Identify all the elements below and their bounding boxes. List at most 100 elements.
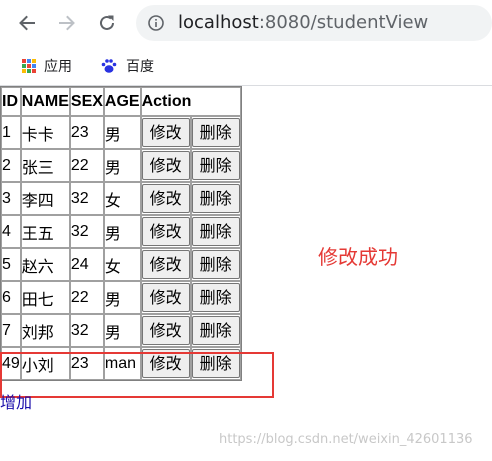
watermark: https://blog.csdn.net/weixin_42601136 (219, 432, 473, 447)
cell-sex: 23 (69, 347, 104, 380)
delete-button[interactable]: 删除 (191, 217, 240, 246)
cell-delete: 删除 (190, 149, 241, 182)
edit-button[interactable]: 修改 (141, 349, 190, 378)
back-button[interactable] (16, 12, 38, 34)
edit-button[interactable]: 修改 (141, 217, 190, 246)
delete-button[interactable]: 删除 (191, 184, 240, 213)
cell-sex: 22 (69, 149, 104, 182)
header-action: Action (140, 87, 241, 116)
cell-sex: 23 (69, 116, 104, 149)
bookmark-baidu-label: 百度 (126, 59, 154, 75)
cell-age: man (103, 347, 141, 380)
url-path: :8080/studentView (258, 12, 429, 33)
cell-delete: 删除 (190, 281, 241, 314)
cell-edit: 修改 (140, 248, 191, 281)
cell-name: 张三 (20, 149, 70, 182)
cell-sex: 22 (69, 281, 104, 314)
baidu-paw-icon (101, 59, 117, 73)
edit-button[interactable]: 修改 (141, 184, 190, 213)
cell-delete: 删除 (190, 182, 241, 215)
cell-sex: 32 (69, 182, 104, 215)
delete-button[interactable]: 删除 (191, 151, 240, 180)
header-sex: SEX (69, 87, 104, 116)
table-row: 6 田七 22 男 修改 删除 (1, 281, 241, 314)
cell-sex: 32 (69, 215, 104, 248)
delete-button[interactable]: 删除 (191, 316, 240, 345)
bookmark-apps-label: 应用 (44, 59, 72, 75)
cell-age: 男 (103, 116, 141, 149)
table-row: 4 王五 32 男 修改 删除 (1, 215, 241, 248)
delete-button[interactable]: 删除 (191, 250, 240, 279)
address-bar[interactable]: localhost:8080/studentView (136, 5, 492, 41)
cell-name: 李四 (20, 182, 70, 215)
header-age: AGE (103, 87, 141, 116)
arrow-right-icon (59, 15, 75, 31)
url-text[interactable]: localhost:8080/studentView (178, 12, 428, 34)
edit-button[interactable]: 修改 (141, 283, 190, 312)
info-icon[interactable] (148, 15, 164, 31)
success-annotation: 修改成功 (318, 245, 398, 269)
arrow-left-icon (19, 15, 35, 31)
cell-edit: 修改 (140, 182, 191, 215)
cell-age: 女 (103, 182, 141, 215)
cell-age: 女 (103, 248, 141, 281)
cell-delete: 删除 (190, 116, 241, 149)
cell-age: 男 (103, 281, 141, 314)
cell-name: 王五 (20, 215, 70, 248)
cell-delete: 删除 (190, 347, 241, 380)
bookmark-baidu[interactable]: 百度 (100, 55, 154, 77)
cell-age: 男 (103, 314, 141, 347)
url-host: localhost (178, 12, 259, 33)
cell-id: 4 (1, 215, 21, 248)
cell-name: 田七 (20, 281, 70, 314)
delete-button[interactable]: 删除 (191, 118, 240, 147)
cell-name: 赵六 (20, 248, 70, 281)
edit-button[interactable]: 修改 (141, 316, 190, 345)
cell-id: 6 (1, 281, 21, 314)
delete-button[interactable]: 删除 (191, 349, 240, 378)
table-row: 49 小刘 23 man 修改 删除 (1, 347, 241, 380)
cell-delete: 删除 (190, 314, 241, 347)
reload-button[interactable] (96, 12, 118, 34)
edit-button[interactable]: 修改 (141, 250, 190, 279)
cell-name: 刘邦 (20, 314, 70, 347)
edit-button[interactable]: 修改 (141, 151, 190, 180)
forward-button[interactable] (56, 12, 78, 34)
cell-edit: 修改 (140, 215, 191, 248)
delete-button[interactable]: 删除 (191, 283, 240, 312)
edit-button[interactable]: 修改 (141, 118, 190, 147)
cell-id: 7 (1, 314, 21, 347)
reload-icon (100, 15, 114, 30)
cell-edit: 修改 (140, 347, 191, 380)
table-header-row: ID NAME SEX AGE Action (1, 87, 241, 116)
cell-sex: 24 (69, 248, 104, 281)
table-row: 7 刘邦 32 男 修改 删除 (1, 314, 241, 347)
add-link[interactable]: 增加 (0, 389, 32, 413)
cell-delete: 删除 (190, 248, 241, 281)
cell-id: 5 (1, 248, 21, 281)
cell-id: 3 (1, 182, 21, 215)
cell-edit: 修改 (140, 149, 191, 182)
bookmark-apps[interactable]: 应用 (22, 55, 72, 77)
cell-delete: 删除 (190, 215, 241, 248)
cell-id: 2 (1, 149, 21, 182)
students-table: ID NAME SEX AGE Action 1 卡卡 23 男 修改 删除 2… (0, 86, 242, 381)
cell-name: 卡卡 (20, 116, 70, 149)
cell-age: 男 (103, 215, 141, 248)
cell-name: 小刘 (20, 347, 70, 380)
header-id: ID (1, 87, 21, 116)
cell-edit: 修改 (140, 314, 191, 347)
browser-toolbar: localhost:8080/studentView (0, 0, 492, 48)
cell-age: 男 (103, 149, 141, 182)
table-row: 1 卡卡 23 男 修改 删除 (1, 116, 241, 149)
table-row: 2 张三 22 男 修改 删除 (1, 149, 241, 182)
cell-id: 49 (1, 347, 21, 380)
cell-edit: 修改 (140, 116, 191, 149)
table-row: 3 李四 32 女 修改 删除 (1, 182, 241, 215)
page-content: ID NAME SEX AGE Action 1 卡卡 23 男 修改 删除 2… (0, 86, 242, 381)
cell-edit: 修改 (140, 281, 191, 314)
cell-id: 1 (1, 116, 21, 149)
header-name: NAME (20, 87, 70, 116)
cell-sex: 32 (69, 314, 104, 347)
bookmarks-bar: 应用 百度 (0, 48, 492, 86)
